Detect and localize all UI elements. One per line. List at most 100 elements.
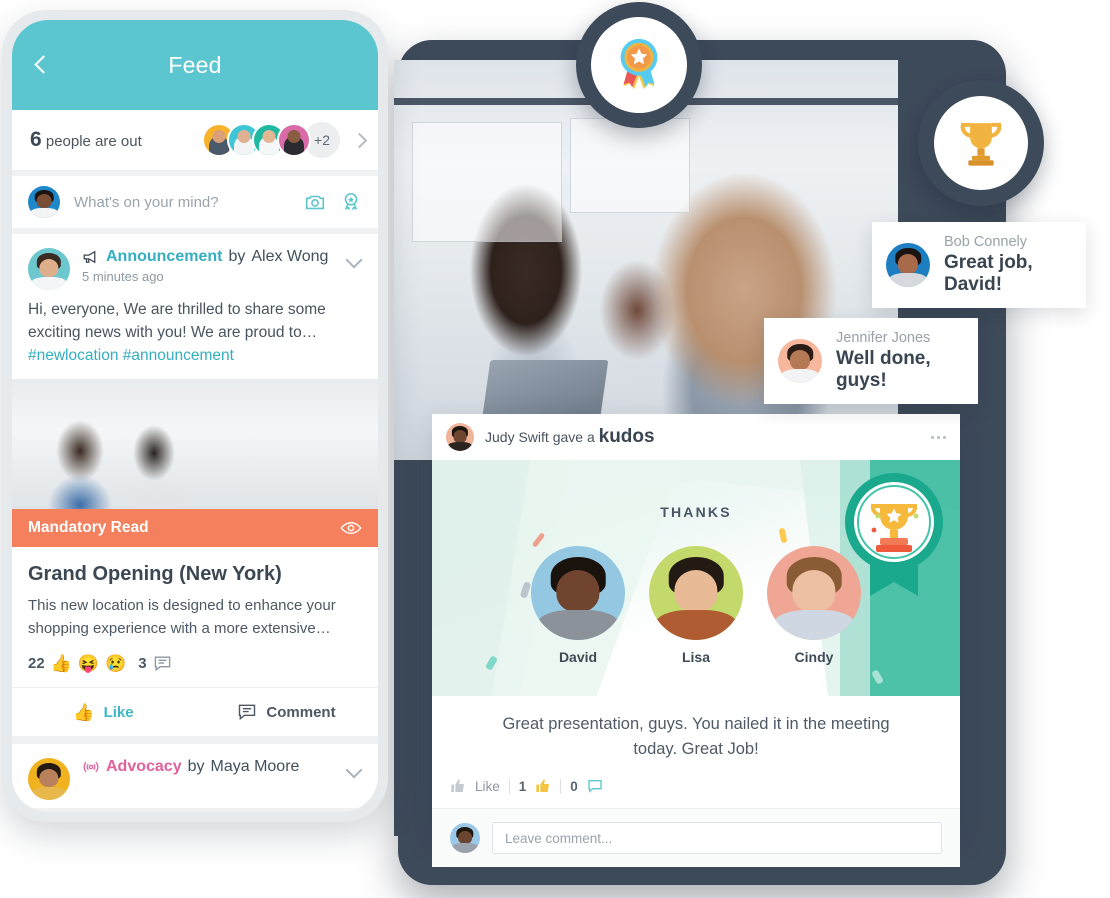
- kudos-like-label[interactable]: Like: [475, 779, 500, 794]
- avatar[interactable]: [28, 758, 70, 800]
- reaction-bubble-bob: Bob Connely Great job, David!: [872, 222, 1086, 308]
- post-byline: Advocacy by Maya Moore: [82, 758, 346, 776]
- avatar[interactable]: [28, 248, 70, 290]
- star-ribbon-badge: [576, 2, 702, 128]
- post-author: Alex Wong: [251, 248, 329, 265]
- page-title: Feed: [168, 51, 222, 78]
- kudos-like-count: 1: [518, 778, 527, 794]
- post-by-label: by: [228, 248, 246, 265]
- post-kind: Advocacy: [106, 758, 182, 775]
- chevron-down-icon[interactable]: [346, 762, 362, 778]
- post-header: Announcement by Alex Wong 5 minutes ago: [12, 234, 378, 298]
- post-reactions[interactable]: 22 👍 😝 😢 3: [12, 640, 378, 687]
- kudos-comment-footer: Leave comment...: [432, 808, 960, 867]
- post-title: Grand Opening (New York): [28, 563, 282, 585]
- feed-post-announcement: Announcement by Alex Wong 5 minutes ago …: [12, 234, 378, 736]
- phone-device: Feed 6 people are out +2 What's on your …: [2, 10, 388, 822]
- confetti: [778, 527, 788, 544]
- more-options-icon[interactable]: [931, 435, 946, 439]
- bubble-author: Bob Connely: [944, 234, 1028, 250]
- post-author: Maya Moore: [210, 758, 300, 775]
- trophy-badge: [918, 80, 1044, 206]
- comment-label: Comment: [266, 703, 336, 721]
- post-meta: Advocacy by Maya Moore: [82, 758, 346, 776]
- mandatory-read-label: Mandatory Read: [28, 519, 149, 536]
- sad-emoji-icon[interactable]: 😢: [105, 655, 126, 672]
- reaction-bubble-jennifer: Jennifer Jones Well done, guys!: [764, 318, 978, 404]
- award-badge-icon[interactable]: [340, 191, 362, 213]
- chevron-down-icon[interactable]: [346, 252, 362, 268]
- post-byline: Announcement by Alex Wong: [82, 248, 346, 266]
- kudos-banner: THANKS David Lisa Cindy: [432, 460, 960, 696]
- like-button[interactable]: 👍 Like: [12, 688, 195, 736]
- post-kind: Announcement: [106, 248, 223, 265]
- broadcast-icon: [83, 761, 99, 773]
- recipient[interactable]: David: [531, 546, 625, 665]
- comment-icon[interactable]: [587, 778, 603, 794]
- out-of-office-count: 6: [30, 128, 42, 151]
- badge-inner-circle: [934, 96, 1028, 190]
- kudos-actor: Judy Swift gave a: [485, 429, 595, 445]
- kudos-action-bar: Like 1 0: [432, 762, 960, 808]
- photo-window-2: [570, 118, 690, 213]
- out-of-office-label: 6 people are out: [30, 128, 142, 152]
- kudos-message: Great presentation, guys. You nailed it …: [502, 715, 890, 758]
- kudos-card-header: Judy Swift gave a kudos: [432, 414, 960, 460]
- laughing-emoji-icon[interactable]: 😝: [78, 655, 99, 672]
- post-composer[interactable]: What's on your mind?: [12, 176, 378, 234]
- eye-icon[interactable]: [340, 521, 362, 535]
- composer-placeholder[interactable]: What's on your mind?: [74, 194, 290, 211]
- post-subtitle: This new location is designed to enhance…: [28, 597, 336, 637]
- kudos-type: kudos: [598, 426, 655, 447]
- avatar: [886, 243, 930, 287]
- badge-inner-circle: [591, 17, 687, 113]
- recipient-name: Lisa: [681, 649, 710, 665]
- recipient-name: Cindy: [794, 649, 834, 665]
- thumbs-up-icon[interactable]: 👍: [51, 655, 72, 672]
- reaction-count: 22: [28, 655, 45, 672]
- thumbs-up-icon[interactable]: [450, 778, 466, 794]
- bubble-author: Jennifer Jones: [836, 330, 931, 346]
- trophy-ribbon-badge-icon: [845, 473, 943, 596]
- comment-button[interactable]: Comment: [195, 688, 378, 736]
- post-meta: Announcement by Alex Wong 5 minutes ago: [82, 248, 346, 284]
- post-by-label: by: [187, 758, 205, 775]
- kudos-card: Judy Swift gave a kudos THANKS David Lis…: [432, 414, 960, 867]
- bubble-content: Jennifer Jones Well done, guys!: [836, 330, 956, 392]
- camera-icon[interactable]: [304, 191, 326, 213]
- avatar: [28, 186, 60, 218]
- out-of-office-avatars[interactable]: +2: [202, 120, 366, 160]
- star-ribbon-icon: [620, 38, 658, 90]
- out-of-office-strip[interactable]: 6 people are out +2: [12, 110, 378, 176]
- avatar: [450, 823, 480, 853]
- avatar[interactable]: [446, 423, 474, 451]
- thumbs-up-icon: 👍: [73, 702, 95, 722]
- mandatory-read-banner: Mandatory Read: [12, 509, 378, 547]
- kudos-byline: Judy Swift gave a kudos: [485, 426, 655, 448]
- post-timestamp: 5 minutes ago: [82, 269, 164, 284]
- post-hashtags[interactable]: #newlocation #announcement: [28, 347, 234, 364]
- chevron-right-icon[interactable]: [352, 133, 366, 147]
- phone-screen: Feed 6 people are out +2 What's on your …: [12, 20, 378, 812]
- bubble-message: Well done, guys!: [836, 348, 931, 391]
- out-of-office-text: people are out: [45, 133, 142, 150]
- comment-icon: [239, 704, 256, 721]
- leave-comment-input[interactable]: Leave comment...: [492, 822, 942, 854]
- mockup-stage: Feed 6 people are out +2 What's on your …: [0, 0, 1110, 898]
- chevron-left-icon[interactable]: [30, 54, 52, 76]
- post-header: Advocacy by Maya Moore: [12, 744, 378, 808]
- recipient-name: David: [558, 649, 598, 665]
- avatar[interactable]: [277, 123, 311, 157]
- like-label: Like: [103, 703, 134, 721]
- photo-laptop: [481, 360, 609, 422]
- recipient[interactable]: Lisa: [649, 546, 743, 665]
- post-action-bar: 👍 Like Comment: [12, 687, 378, 736]
- post-body-text: Hi, everyone, We are thrilled to share s…: [28, 301, 326, 341]
- post-image[interactable]: [12, 379, 378, 509]
- avatar: [778, 339, 822, 383]
- photo-window-1: [412, 122, 562, 242]
- post-body: Hi, everyone, We are thrilled to share s…: [12, 298, 378, 379]
- trophy-icon: [960, 122, 1002, 166]
- comment-icon[interactable]: [153, 654, 172, 673]
- bubble-message: Great job, David!: [944, 252, 1033, 295]
